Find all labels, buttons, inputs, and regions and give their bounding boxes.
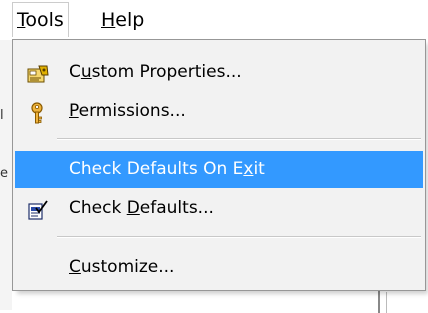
menu-item-label: ermissions... (78, 101, 186, 121)
menu-item-permissions[interactable]: Permissions... (15, 93, 423, 130)
menu-item-label: Check (69, 198, 127, 218)
menu-item-label: Check Defaults On E (69, 159, 244, 179)
menu-item-customize[interactable]: Customize... (15, 249, 423, 286)
background-text-fragment: e (0, 166, 8, 181)
menu-help-label: elp (115, 9, 145, 31)
key-icon (27, 101, 49, 124)
menu-bar: Tools Help (0, 0, 428, 40)
menu-item-accelerator: C (69, 257, 81, 277)
menu-separator (57, 138, 421, 140)
menu-item-check-defaults-on-exit[interactable]: Check Defaults On Exit (15, 151, 423, 188)
menu-item-check-defaults[interactable]: Check Defaults... (15, 190, 423, 227)
menu-help[interactable]: Help (97, 3, 148, 37)
background-divider (386, 292, 387, 313)
custom-properties-icon (27, 62, 49, 84)
menu-item-accelerator: x (243, 159, 254, 179)
menu-item-label: it (253, 159, 265, 179)
menu-item-label: efaults... (139, 198, 214, 218)
menu-item-accelerator: u (80, 62, 92, 82)
menu-tools-label: ools (25, 9, 64, 31)
menu-item-custom-properties[interactable]: Custom Properties... (15, 54, 423, 91)
menu-item-accelerator: D (126, 198, 140, 218)
menu-item-label: ustomize... (80, 257, 175, 277)
menu-separator (57, 236, 421, 238)
menu-item-accelerator: P (69, 101, 79, 121)
menu-item-label: stom Properties... (91, 62, 242, 82)
tools-dropdown-menu: Custom Properties... Permissions... Chec… (12, 39, 426, 291)
menu-item-label: C (69, 62, 81, 82)
check-defaults-icon (27, 198, 49, 220)
background-text-fragment: l (0, 108, 4, 123)
menu-tools[interactable]: Tools (12, 2, 69, 37)
menu-help-accelerator: H (101, 9, 116, 31)
